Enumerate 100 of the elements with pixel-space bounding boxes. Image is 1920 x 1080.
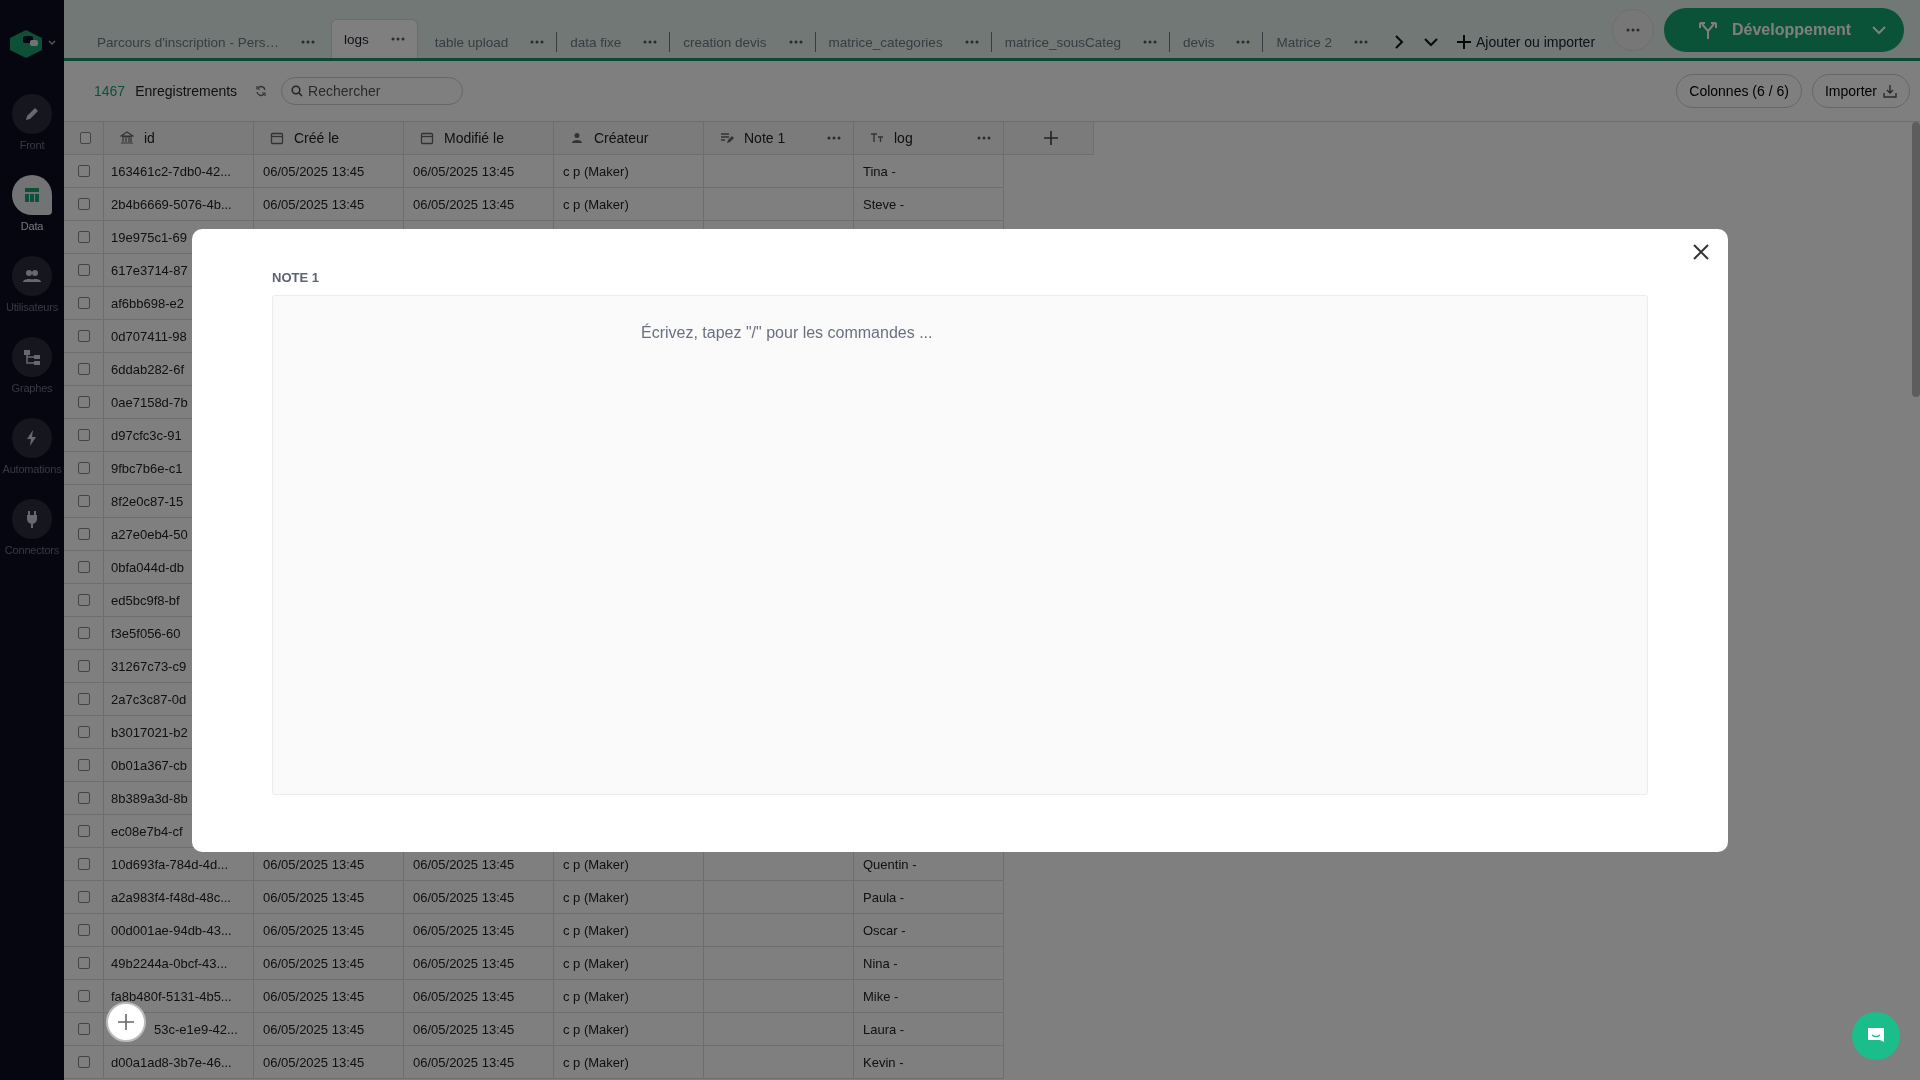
import-button[interactable]: Importer <box>1811 74 1910 108</box>
table-cell: 10d693fa-784d-4d... <box>111 856 229 872</box>
add-column-icon[interactable] <box>1042 130 1059 146</box>
table-cell: 06/05/2025 13:45 <box>263 856 365 872</box>
checkbox[interactable] <box>77 561 90 573</box>
chat-button[interactable] <box>1852 1012 1900 1060</box>
chevron-down-icon[interactable] <box>48 40 56 46</box>
checkbox[interactable] <box>77 693 90 705</box>
checkbox[interactable] <box>77 165 90 177</box>
table-cell: 06/05/2025 13:45 <box>263 1054 365 1070</box>
table-tab[interactable]: Parcours d'inscription - Pers… <box>84 26 327 58</box>
table-cell: c p (Maker) <box>563 922 629 938</box>
table-cell: 19e975c1-69 <box>111 229 187 245</box>
checkbox[interactable] <box>77 495 90 507</box>
chevron-right-icon[interactable] <box>1394 35 1404 49</box>
more-icon[interactable] <box>1142 40 1157 44</box>
table-tab[interactable]: table upload <box>421 26 557 58</box>
environment-button[interactable]: Développement <box>1664 8 1904 52</box>
richtext-type-icon <box>720 131 734 145</box>
more-icon[interactable] <box>1236 40 1251 44</box>
add-row-button[interactable] <box>106 1002 146 1042</box>
table-tab[interactable]: matrice_categories <box>815 26 991 58</box>
column-header[interactable]: Modifié le <box>404 122 554 155</box>
checkbox[interactable] <box>77 627 90 639</box>
table-cell: Mike - <box>863 988 899 1004</box>
table-tab[interactable]: devis <box>1169 26 1263 58</box>
table-tab[interactable]: Matrice 2 <box>1263 26 1380 58</box>
checkbox[interactable] <box>77 825 90 837</box>
chevron-down-icon <box>1872 25 1886 35</box>
table-cell: c p (Maker) <box>563 889 629 905</box>
checkbox[interactable] <box>80 132 91 144</box>
table-cell: 06/05/2025 13:45 <box>413 955 515 971</box>
table-cell: 06/05/2025 13:45 <box>413 988 515 1004</box>
table-cell: c p (Maker) <box>563 1054 629 1070</box>
checkbox[interactable] <box>77 528 90 540</box>
field-label: NOTE 1 <box>272 270 320 285</box>
table-cell: c p (Maker) <box>563 163 629 179</box>
search-field[interactable]: Rechercher <box>281 77 464 105</box>
column-header[interactable]: log <box>854 122 1004 155</box>
checkbox[interactable] <box>77 363 90 375</box>
more-icon[interactable] <box>977 136 991 140</box>
table-cell: 31267c73-c9 <box>111 658 187 674</box>
chevron-down-icon[interactable] <box>1424 37 1438 47</box>
checkbox[interactable] <box>77 726 90 738</box>
more-icon[interactable] <box>1626 28 1640 32</box>
table-cell: c p (Maker) <box>563 856 629 872</box>
checkbox[interactable] <box>77 990 90 1002</box>
editor-field[interactable]: Écrivez, tapez "/" pour les commandes ... <box>272 295 1648 795</box>
checkbox[interactable] <box>77 957 90 969</box>
checkbox[interactable] <box>77 396 90 408</box>
checkbox[interactable] <box>77 858 90 870</box>
checkbox[interactable] <box>77 759 90 771</box>
checkbox[interactable] <box>77 198 90 210</box>
more-icon[interactable] <box>827 136 841 140</box>
checkbox[interactable] <box>77 330 90 342</box>
checkbox[interactable] <box>77 1056 90 1068</box>
table-cell: Tina - <box>863 163 896 179</box>
sidebar-item[interactable]: Data <box>2 175 62 232</box>
more-icon[interactable] <box>1354 40 1368 44</box>
table-cell: 06/05/2025 13:45 <box>413 1054 515 1070</box>
plus-icon <box>117 1013 135 1031</box>
table-cell: 06/05/2025 13:45 <box>263 889 365 905</box>
refresh-icon[interactable] <box>255 85 268 97</box>
column-header[interactable]: id <box>104 122 254 155</box>
column-header[interactable]: Créateur <box>554 122 704 155</box>
table-cell: 06/05/2025 13:45 <box>413 163 515 179</box>
table-tab[interactable]: data fixe <box>557 26 670 58</box>
checkbox[interactable] <box>77 594 90 606</box>
checkbox[interactable] <box>77 264 90 276</box>
table-cell: 0bfa044d-db <box>111 559 184 575</box>
checkbox[interactable] <box>77 660 90 672</box>
table-cell: 06/05/2025 13:45 <box>263 196 365 212</box>
column-header[interactable]: Créé le <box>254 122 404 155</box>
more-icon[interactable] <box>643 40 658 44</box>
table-tab[interactable]: logs <box>330 19 418 58</box>
checkbox[interactable] <box>77 792 90 804</box>
checkbox[interactable] <box>77 429 90 441</box>
table-cell: 9fbc7b6e-c1 <box>111 460 183 476</box>
table-cell: 53c-e1e9-42... <box>154 1021 238 1037</box>
more-icon[interactable] <box>964 40 979 44</box>
scrollbar[interactable] <box>1912 122 1920 397</box>
table-cell: 163461c2-7db0-42... <box>111 163 231 179</box>
more-icon[interactable] <box>300 40 315 44</box>
more-icon[interactable] <box>390 37 405 41</box>
checkbox[interactable] <box>77 1023 90 1035</box>
table-cell: c p (Maker) <box>563 1021 629 1037</box>
column-header[interactable]: Note 1 <box>704 122 854 155</box>
table-cell: 49b2244a-0bcf-43... <box>111 955 228 971</box>
columns-button[interactable]: Colonnes (6 / 6) <box>1676 74 1802 108</box>
checkbox[interactable] <box>77 297 90 309</box>
table-tab[interactable]: matrice_sousCateg <box>991 26 1169 58</box>
checkbox[interactable] <box>77 924 90 936</box>
checkbox[interactable] <box>77 891 90 903</box>
checkbox[interactable] <box>77 231 90 243</box>
text-type-icon <box>870 131 884 145</box>
checkbox[interactable] <box>77 462 90 474</box>
add-tab-button[interactable]: Ajouter ou importer <box>1456 26 1596 58</box>
table-tab[interactable]: creation devis <box>670 26 815 58</box>
more-icon[interactable] <box>788 40 803 44</box>
more-icon[interactable] <box>530 40 545 44</box>
